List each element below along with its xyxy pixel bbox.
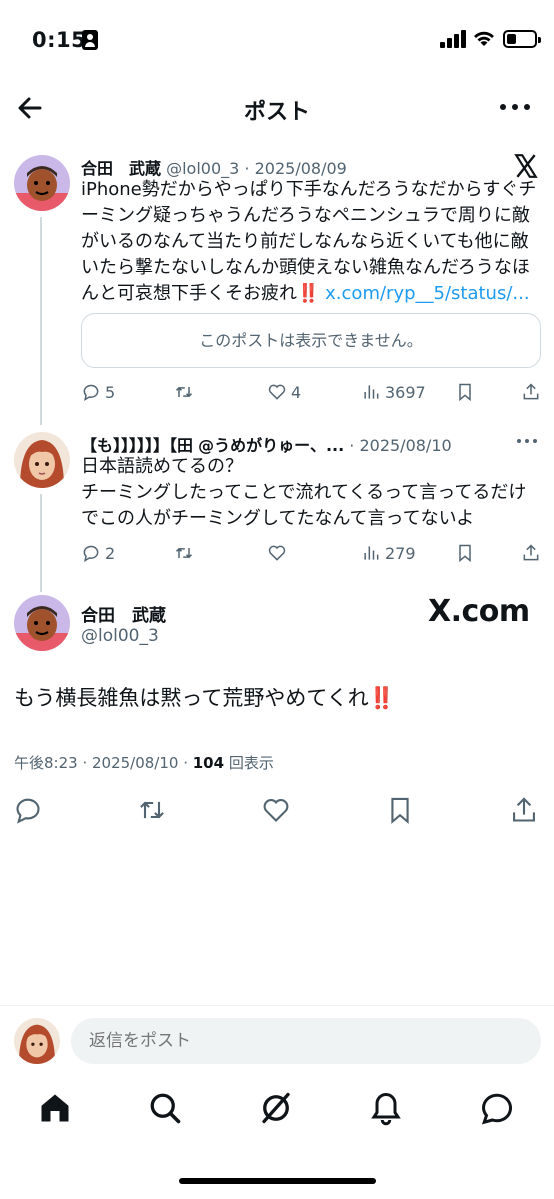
post-more-icon[interactable] <box>517 439 539 445</box>
battery-level <box>507 34 516 44</box>
author-name[interactable]: 合田 武蔵 <box>81 159 161 178</box>
post-text: iPhone勢だからやっぱり下手なんだろうなだからすぐチーミング疑っちゃうんだろ… <box>81 177 543 307</box>
page-title: ポスト <box>243 100 310 125</box>
post-date: · 2025/08/09 <box>244 159 347 178</box>
bookmark-icon <box>459 383 471 402</box>
retweet-icon[interactable] <box>138 796 166 824</box>
bookmark-button[interactable] <box>455 380 475 404</box>
views-chart-icon <box>364 546 379 560</box>
post-timestamp: 午後8:23 · 2025/08/10 · 104 回表示 <box>14 752 274 773</box>
heart-icon <box>268 384 286 400</box>
view-label: 回表示 <box>224 754 274 772</box>
view-count: 279 <box>385 543 416 563</box>
exclamation-emoji: ‼️ <box>297 283 320 304</box>
header: ポスト <box>0 80 554 136</box>
grok-icon[interactable] <box>258 1090 294 1126</box>
main-post-text: もう横長雑魚は黙って荒野やめてくれ‼️ <box>14 683 395 713</box>
divider <box>0 1005 554 1006</box>
post-header: 【も】】】】】】【田 @うめがりゅー、... · 2025/08/10 <box>81 432 501 456</box>
heart-icon <box>268 545 286 561</box>
like-button[interactable]: 4 <box>267 380 301 404</box>
exclamation-emoji: ‼️ <box>368 686 395 710</box>
main-post-body: もう横長雑魚は黙って荒野やめてくれ <box>14 686 369 710</box>
like-button[interactable] <box>267 541 287 565</box>
retweet-button[interactable] <box>174 380 198 404</box>
reply-icon <box>83 384 99 402</box>
messages-icon[interactable] <box>479 1090 515 1126</box>
views-chart-icon <box>364 385 379 399</box>
post-link[interactable]: x.com/ryp__5/status/... <box>325 283 529 304</box>
reply-button[interactable]: 5 <box>81 380 115 404</box>
bottom-tab-bar <box>0 1090 554 1136</box>
status-bar: 0:15 <box>0 0 554 80</box>
views-button[interactable]: 3697 <box>361 380 426 404</box>
share-icon <box>523 544 539 561</box>
avatar[interactable] <box>14 432 70 488</box>
reply-count: 5 <box>105 382 116 402</box>
reply-count: 2 <box>105 543 116 563</box>
author-name[interactable]: 【も】】】】】】【田 <box>81 436 193 455</box>
views-button[interactable]: 279 <box>361 541 416 565</box>
view-count: 3697 <box>385 382 426 402</box>
avatar[interactable] <box>14 155 70 211</box>
x-logo-icon <box>514 154 538 178</box>
main-post-actions <box>0 796 554 824</box>
author-handle[interactable]: @lol00_3 <box>81 626 159 646</box>
post-text: 日本語読めてるの？ チーミングしたってことで流れてくるって言ってるだけでこの人が… <box>81 454 543 532</box>
share-icon <box>523 383 539 400</box>
battery-icon <box>503 30 541 48</box>
share-button[interactable] <box>521 380 541 404</box>
heart-icon[interactable] <box>262 796 290 824</box>
post-actions: 2 279 <box>81 541 543 565</box>
more-options-icon[interactable] <box>500 104 532 112</box>
thread-line <box>40 217 42 425</box>
x-com-watermark: X.com <box>428 594 530 629</box>
share-button[interactable] <box>521 541 541 565</box>
avatar[interactable] <box>14 595 70 651</box>
post-date: · 2025/08/10 <box>349 436 452 455</box>
my-avatar[interactable] <box>14 1018 60 1064</box>
post-time: 午後8:23 · 2025/08/10 · <box>14 754 193 772</box>
post-body-line: 日本語読めてるの？ <box>81 456 243 477</box>
search-icon[interactable] <box>147 1090 183 1126</box>
bell-icon[interactable] <box>368 1090 404 1126</box>
post-body-line: チーミングしたってことで流れてくるって言ってるだけでこの人がチーミングしてたなん… <box>81 482 527 529</box>
status-time: 0:15 <box>32 28 87 52</box>
bookmark-icon[interactable] <box>386 796 414 824</box>
author-handle[interactable]: @うめがりゅー、... <box>198 436 344 455</box>
home-icon[interactable] <box>37 1090 73 1126</box>
view-count: 104 <box>192 754 225 772</box>
like-count: 4 <box>291 382 302 402</box>
cellular-signal-icon <box>440 30 466 48</box>
reply-icon[interactable] <box>14 796 42 824</box>
reply-icon <box>83 545 99 563</box>
post-header: 合田 武蔵 @lol00_3 · 2025/08/09 <box>81 155 501 179</box>
share-icon[interactable] <box>510 796 538 824</box>
post-actions: 5 4 3697 <box>81 380 543 404</box>
bookmark-icon <box>459 544 471 563</box>
retweet-icon <box>175 386 193 398</box>
quoted-post-unavailable[interactable]: このポストは表示できません。 <box>81 313 541 368</box>
retweet-icon <box>175 547 193 559</box>
wifi-icon <box>474 31 494 46</box>
home-indicator <box>179 1178 376 1184</box>
reply-input[interactable] <box>71 1018 541 1064</box>
bookmark-button[interactable] <box>455 541 475 565</box>
thread-line <box>40 494 42 592</box>
author-handle[interactable]: @lol00_3 <box>166 159 239 178</box>
retweet-button[interactable] <box>174 541 194 565</box>
reply-button[interactable]: 2 <box>81 541 115 565</box>
contact-badge-icon <box>82 30 98 50</box>
author-name[interactable]: 合田 武蔵 <box>81 601 166 626</box>
